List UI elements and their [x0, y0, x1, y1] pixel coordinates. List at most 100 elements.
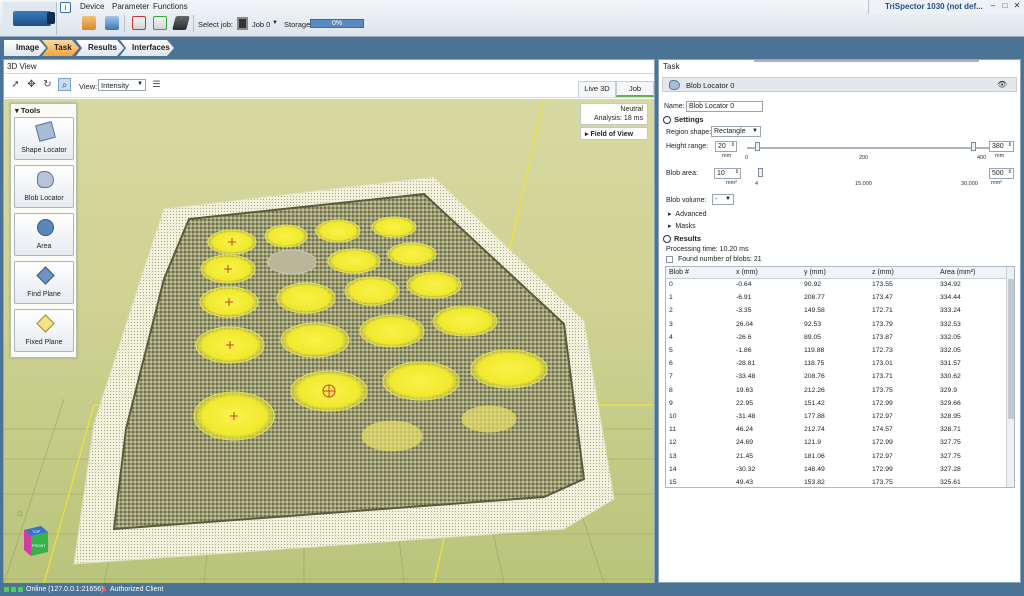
column-header[interactable]: y (mm) — [804, 269, 826, 276]
scrollbar-thumb[interactable] — [1008, 279, 1014, 419]
table-cell: 89.05 — [804, 333, 822, 341]
table-row[interactable]: 0 -0.64 90.92 173.55 334.92 — [666, 279, 1006, 292]
table-row[interactable]: 12 24.69 121.9 172.99 327.75 — [666, 437, 1006, 450]
chevron-down-icon: ▼ — [752, 128, 758, 134]
view-select[interactable]: Intensity ▼ — [98, 79, 146, 91]
fov-label: Field of View — [590, 131, 634, 138]
tool-header: Blob Locator 0 👁 — [662, 77, 1017, 92]
masks-expander[interactable]: ▸ Masks — [668, 222, 696, 230]
table-scrollbar[interactable] — [1006, 267, 1014, 487]
tool-fixed-plane[interactable]: Fixed Plane — [14, 309, 74, 352]
table-row[interactable]: 9 22.95 151.42 172.99 329.66 — [666, 398, 1006, 411]
maximize-icon[interactable]: □ — [1000, 1, 1010, 12]
menu-functions[interactable]: Functions — [153, 2, 188, 11]
close-icon[interactable]: ✕ — [1012, 1, 1022, 12]
tick-label: 400 — [977, 155, 987, 161]
tools-panel: ▾ Tools Shape Locator Blob Locator Area … — [10, 103, 77, 358]
upload-icon[interactable] — [153, 16, 167, 30]
table-row[interactable]: 5 -1.86 119.88 172.73 332.05 — [666, 345, 1006, 358]
column-header[interactable]: Blob # — [669, 269, 689, 276]
area-max-input[interactable]: 500 ⇕ — [989, 168, 1014, 179]
slider-thumb-max[interactable] — [971, 142, 976, 151]
table-row[interactable]: 11 46.24 212.74 174.57 328.71 — [666, 424, 1006, 437]
chevron-down-icon[interactable]: ▼ — [272, 20, 278, 26]
spinner-icon[interactable]: ⇕ — [735, 169, 739, 175]
minimize-icon[interactable]: – — [988, 1, 998, 12]
field-of-view-toggle[interactable]: ▸ Field of View — [580, 127, 648, 140]
spinner-icon[interactable]: ⇕ — [1008, 169, 1012, 175]
panel-title: 3D View — [4, 60, 654, 74]
name-input[interactable]: Blob Locator 0 — [686, 101, 763, 112]
list-icon[interactable]: ☰ — [150, 78, 163, 91]
fixed-plane-icon — [36, 314, 55, 333]
user-settings-icon[interactable] — [105, 16, 119, 30]
slider-thumb-min[interactable] — [758, 168, 763, 177]
menu-parameter[interactable]: Parameter — [112, 2, 149, 11]
navigation-cube[interactable]: TOP FRONT — [21, 524, 51, 558]
table-row[interactable]: 15 49.43 153.82 173.75 325.61 — [666, 477, 1006, 487]
tab-live-3d[interactable]: Live 3D — [578, 81, 616, 97]
area-min-input[interactable]: 10 ⇕ — [714, 168, 741, 179]
pointer-icon[interactable]: ➚ — [9, 78, 22, 91]
collapse-circle-icon[interactable] — [663, 235, 671, 244]
column-header[interactable]: Area (mm²) — [940, 269, 975, 276]
table-cell: 148.49 — [804, 465, 825, 473]
table-row[interactable]: 13 21.45 181.06 172.97 327.75 — [666, 451, 1006, 464]
tool-area[interactable]: Area — [14, 213, 74, 256]
rotate-icon[interactable]: ↻ — [41, 78, 54, 91]
table-row[interactable]: 3 26.04 92.53 173.79 332.53 — [666, 319, 1006, 332]
table-cell: 5 — [669, 347, 673, 354]
tab-job[interactable]: Job — [616, 81, 654, 97]
table-cell: 49.43 — [736, 479, 754, 486]
home-icon[interactable]: ⌂ — [17, 508, 28, 519]
height-max-input[interactable]: 380 ⇕ — [989, 141, 1014, 152]
tool-shape-locator[interactable]: Shape Locator — [14, 117, 74, 160]
3d-viewport[interactable]: ▾ Tools Shape Locator Blob Locator Area … — [4, 99, 654, 583]
table-row[interactable]: 7 -33.48 208.76 173.71 330.62 — [666, 371, 1006, 384]
table-row[interactable]: 8 19.63 212.26 173.75 329.9 — [666, 385, 1006, 398]
spinner-icon[interactable]: ⇕ — [1008, 142, 1012, 148]
column-header[interactable]: x (mm) — [736, 269, 758, 276]
found-blobs-checkbox[interactable] — [666, 256, 673, 263]
client-status: Authorized Client — [110, 586, 164, 593]
table-row[interactable]: 1 -6.91 208.77 173.47 334.44 — [666, 292, 1006, 305]
eraser-icon[interactable] — [172, 16, 190, 30]
tool-find-plane[interactable]: Find Plane — [14, 261, 74, 304]
menu-device[interactable]: Device — [80, 2, 104, 11]
user-login-icon[interactable] — [82, 16, 96, 30]
slider-thumb-min[interactable] — [755, 142, 760, 151]
table-row[interactable]: 14 -30.32 148.49 172.99 327.28 — [666, 464, 1006, 477]
collapse-circle-icon[interactable] — [663, 116, 671, 125]
eye-icon[interactable]: 👁 — [997, 80, 1007, 89]
table-row[interactable]: 2 -3.35 149.58 172.71 333.24 — [666, 305, 1006, 318]
tab-interfaces[interactable]: Interfaces — [120, 40, 174, 56]
info-icon[interactable]: i — [60, 2, 71, 13]
table-cell: 92.53 — [804, 320, 822, 328]
triangle-right-icon: ▸ — [585, 131, 589, 138]
zoom-icon[interactable]: ⌕ — [58, 78, 71, 91]
table-cell: 173.47 — [872, 294, 893, 302]
table-cell: 332.05 — [940, 347, 961, 354]
table-row[interactable]: 10 -31.48 177.88 172.97 328.95 — [666, 411, 1006, 424]
table-cell: 334.92 — [940, 281, 961, 288]
height-min-input[interactable]: 20 ⇕ — [715, 141, 737, 152]
spinner-icon[interactable]: ⇕ — [731, 142, 735, 148]
tab-image[interactable]: Image — [4, 40, 46, 56]
download-icon[interactable] — [132, 16, 146, 30]
tab-results[interactable]: Results — [76, 40, 124, 56]
blob-volume-select[interactable]: - ▼ — [712, 194, 734, 205]
table-row[interactable]: 6 -28.81 118.75 173.01 331.57 — [666, 358, 1006, 371]
table-cell: 328.95 — [940, 413, 961, 420]
advanced-expander[interactable]: ▸ Advanced — [668, 210, 707, 218]
column-header[interactable]: z (mm) — [872, 269, 894, 276]
tool-blob-locator[interactable]: Blob Locator — [14, 165, 74, 208]
region-shape-select[interactable]: Rectangle ▼ — [711, 126, 761, 137]
table-cell: 327.75 — [940, 439, 961, 447]
height-range-slider[interactable] — [747, 147, 989, 149]
blob-area-slider[interactable] — [754, 60, 979, 62]
job-select[interactable]: Job 0 — [252, 20, 270, 29]
table-row[interactable]: 4 -26.6 89.05 173.87 332.05 — [666, 332, 1006, 345]
table-cell: 46.24 — [736, 426, 754, 434]
pan-icon[interactable]: ✥ — [25, 78, 38, 91]
tab-task[interactable]: Task — [42, 40, 79, 56]
